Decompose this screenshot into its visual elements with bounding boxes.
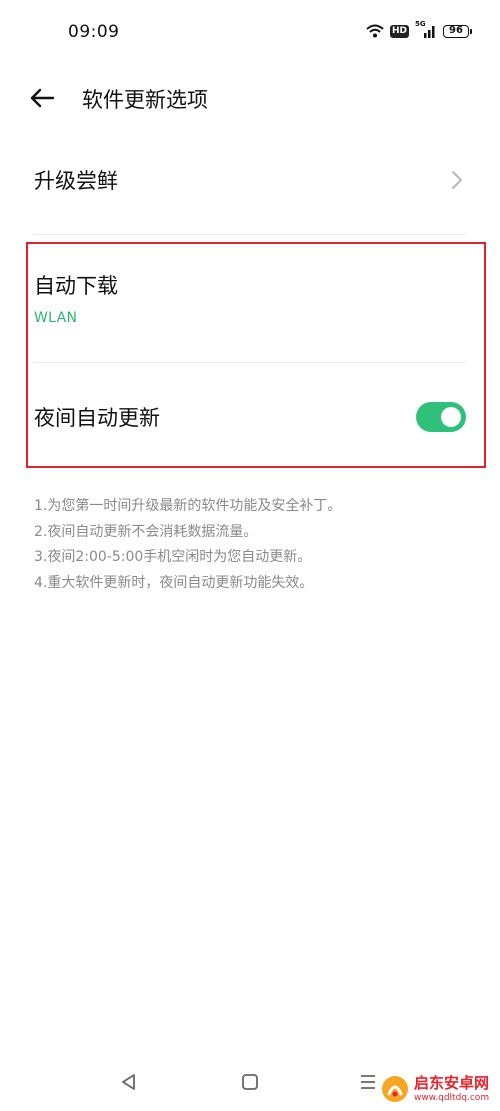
note-item: 2.夜间自动更新不会消耗数据流量。: [34, 523, 258, 540]
nav-back-button[interactable]: [115, 1068, 143, 1096]
page-title: 软件更新选项: [82, 88, 208, 112]
app-header: 软件更新选项: [0, 70, 500, 126]
wifi-icon: [366, 24, 384, 38]
note-item: 4.重大软件更新时，夜间自动更新功能失效。: [34, 574, 314, 591]
back-button[interactable]: [26, 84, 58, 112]
battery-level: 96: [443, 24, 469, 38]
watermark-logo-icon: [382, 1076, 408, 1102]
home-square-icon: [242, 1074, 258, 1090]
battery-tip: [470, 28, 472, 34]
arrow-left-icon: [30, 88, 55, 108]
note-item: 1.为您第一时间升级最新的软件功能及安全补丁。: [34, 498, 342, 514]
status-time: 09:09: [68, 22, 120, 42]
watermark: 启东安卓网 www.qdltdq.com: [380, 1068, 500, 1110]
watermark-name: 启东安卓网: [414, 1073, 490, 1092]
nav-home-button[interactable]: [236, 1068, 264, 1096]
hd-badge: HD: [389, 24, 409, 38]
divider: [34, 234, 466, 235]
upgrade-preview-row[interactable]: 升级尝鲜: [34, 140, 466, 220]
watermark-url: www.qdltdq.com: [414, 1092, 490, 1103]
note-item: 3.夜间2:00-5:00手机空闲时为您自动更新。: [34, 549, 312, 565]
menu-lines-icon: [361, 1075, 375, 1089]
status-icons: HD 5G 96: [366, 20, 472, 39]
nav-recents-button[interactable]: [354, 1068, 382, 1096]
status-bar: 09:09 HD 5G 96: [0, 0, 500, 60]
battery-icon: 96: [443, 24, 472, 38]
watermark-text: 启东安卓网 www.qdltdq.com: [414, 1073, 490, 1103]
chevron-right-icon: [452, 171, 462, 189]
network-type-label: 5G: [415, 20, 426, 28]
notes-list: 1.为您第一时间升级最新的软件功能及安全补丁。 2.夜间自动更新不会消耗数据流量…: [34, 494, 474, 596]
highlight-box: [26, 242, 486, 468]
signal-5g-icon: 5G: [415, 20, 437, 39]
back-triangle-icon: [122, 1074, 135, 1090]
upgrade-preview-label: 升级尝鲜: [34, 169, 118, 193]
